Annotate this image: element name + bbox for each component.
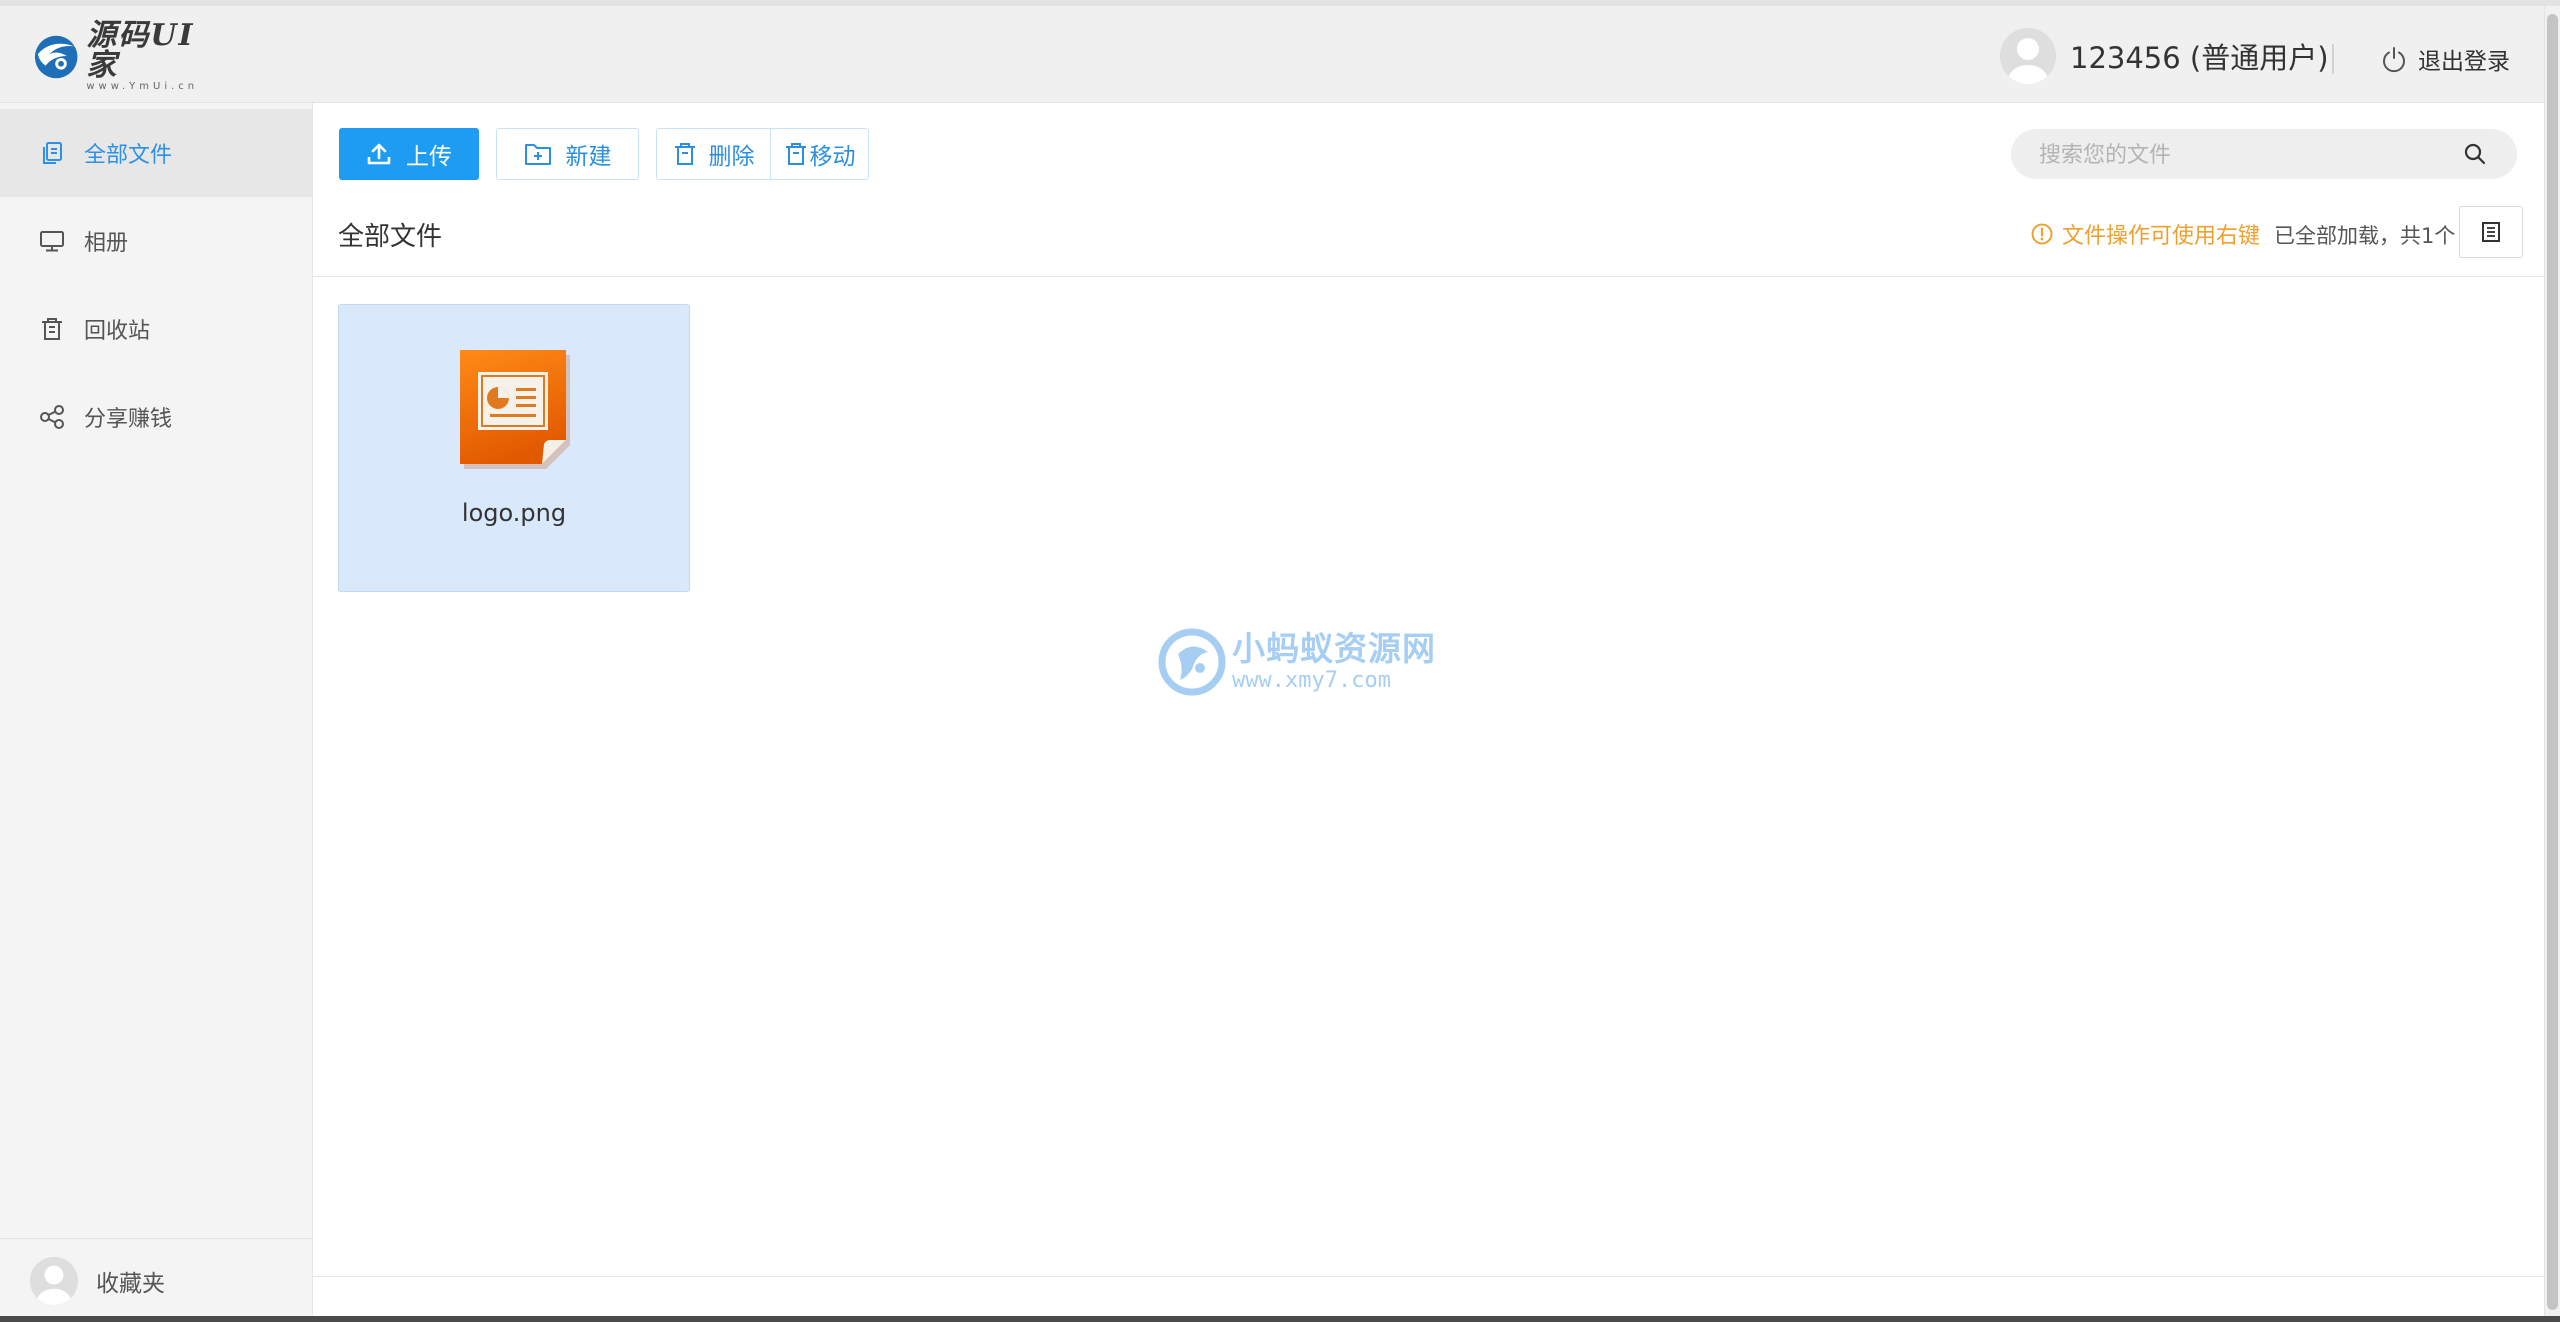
presentation-file-icon xyxy=(460,350,570,469)
monitor-icon xyxy=(40,231,64,252)
user-avatar-icon xyxy=(2000,28,2056,84)
trash-icon xyxy=(42,318,62,340)
sidebar-item-recycle-bin[interactable]: 回收站 xyxy=(0,285,312,373)
favorites-avatar xyxy=(30,1257,78,1305)
logo-wordmark: 源码UI家 www.YmUi.cn xyxy=(86,21,222,93)
app-logo[interactable]: 源码UI家 www.YmUi.cn xyxy=(32,21,222,92)
scrollbar-thumb[interactable] xyxy=(2547,14,2558,1310)
sidebar-item-label: 回收站 xyxy=(84,319,151,344)
upload-icon xyxy=(367,143,391,165)
favorites-label: 收藏夹 xyxy=(96,1271,165,1297)
content-divider xyxy=(313,276,2544,277)
sidebar-item-label: 全部文件 xyxy=(84,143,173,168)
logo-subtitle: www.YmUi.cn xyxy=(86,81,199,92)
sidebar-item-all-files[interactable]: 全部文件 xyxy=(0,109,312,197)
new-folder-icon xyxy=(524,144,551,165)
watermark-logo-icon xyxy=(1158,628,1226,696)
move-label: 移动 xyxy=(809,144,856,170)
upload-label: 上传 xyxy=(406,144,452,170)
file-name: logo.png xyxy=(461,499,567,527)
trash-icon xyxy=(674,143,695,165)
file-item[interactable]: logo.png xyxy=(338,304,690,592)
copy-icon xyxy=(43,142,62,164)
logo-swirl-icon xyxy=(34,35,78,79)
right-click-tip: 文件操作可使用右键 xyxy=(2030,218,2260,250)
list-view-icon xyxy=(2482,222,2500,242)
search-input[interactable] xyxy=(2037,129,2441,181)
top-header: 源码UI家 www.YmUi.cn 123456 (普通用户) 退出登录 xyxy=(0,6,2544,103)
move-icon xyxy=(785,143,806,165)
window-bottom-edge xyxy=(0,1316,2560,1322)
upload-button[interactable]: 上传 xyxy=(339,128,479,180)
sidebar-item-share-earn[interactable]: 分享赚钱 xyxy=(0,373,312,461)
new-folder-button[interactable]: 新建 xyxy=(496,128,639,180)
watermark: 小蚂蚁资源网 www.xmy7.com xyxy=(1154,622,1436,702)
delete-label: 删除 xyxy=(708,144,755,170)
logout-button[interactable]: 退出登录 xyxy=(2380,42,2510,76)
content-bottom-border xyxy=(313,1276,2544,1277)
view-toggle-button[interactable] xyxy=(2459,206,2523,258)
sidebar-item-label: 分享赚钱 xyxy=(84,407,173,432)
user-info[interactable]: 123456 (普通用户) xyxy=(2000,28,2329,84)
delete-button[interactable]: 删除 xyxy=(656,128,770,180)
power-icon xyxy=(2383,47,2405,73)
breadcrumb[interactable]: 全部文件 xyxy=(338,216,442,253)
watermark-text: 小蚂蚁资源网 xyxy=(1232,629,1436,668)
search-box xyxy=(2011,129,2517,181)
move-button[interactable]: 移动 xyxy=(770,128,869,180)
logo-title: 源码UI家 xyxy=(86,18,195,83)
user-avatar xyxy=(2000,28,2056,84)
user-name: 123456 (普通用户) xyxy=(2070,41,2329,75)
tip-text: 文件操作可使用右键 xyxy=(2062,224,2261,249)
share-icon xyxy=(40,405,64,429)
sidebar-item-album[interactable]: 相册 xyxy=(0,197,312,285)
watermark-url: www.xmy7.com xyxy=(1232,668,1391,693)
favorites-link[interactable]: 收藏夹 xyxy=(0,1238,312,1323)
new-label: 新建 xyxy=(565,144,612,170)
header-divider xyxy=(2332,44,2334,74)
user-avatar-icon xyxy=(30,1257,78,1305)
file-count: 已全部加载，共1个 xyxy=(2274,224,2456,248)
sidebar: 全部文件 相册 回收站 分享赚钱 收藏夹 xyxy=(0,103,313,1322)
info-circle-icon xyxy=(2031,223,2053,245)
sidebar-item-label: 相册 xyxy=(84,231,129,256)
search-icon[interactable] xyxy=(2463,142,2487,166)
logout-label: 退出登录 xyxy=(2418,49,2510,75)
